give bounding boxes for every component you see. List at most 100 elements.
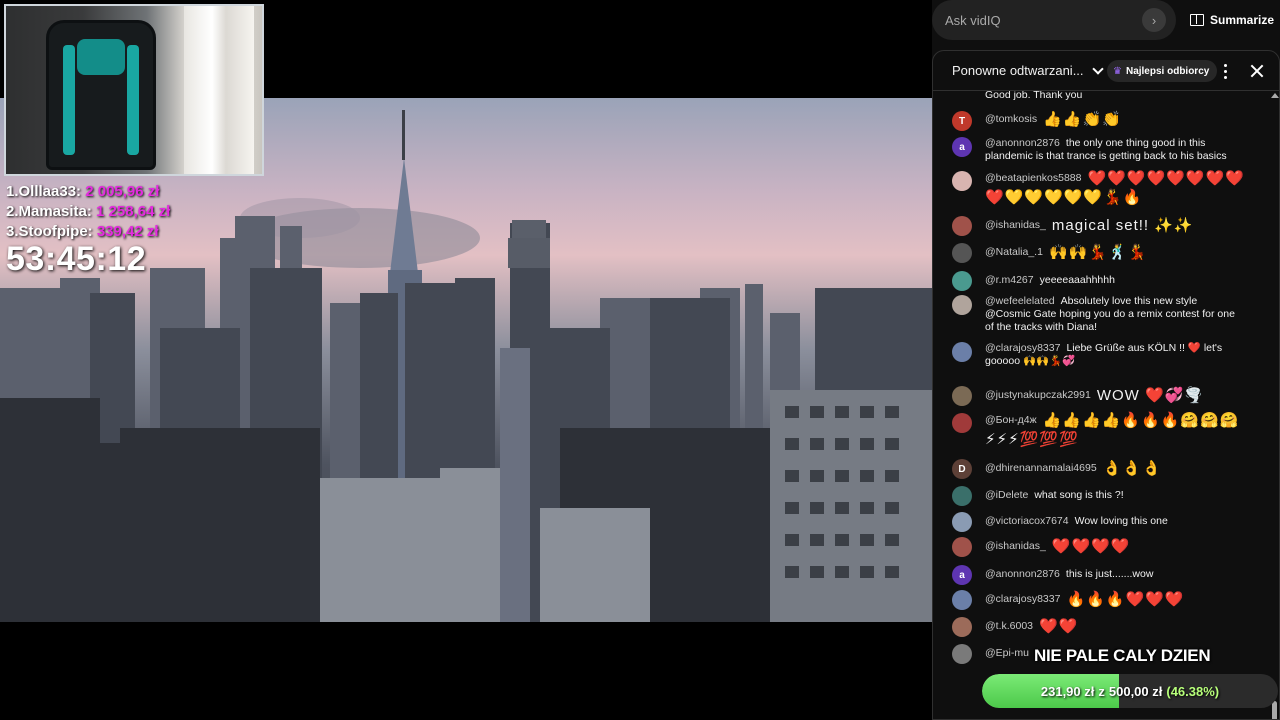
message-text: ❤️❤️❤️❤️ <box>1051 538 1131 555</box>
message-content: @justynakupczak2991 WOW ❤️💞🌪️ <box>985 386 1243 405</box>
message-content: @Natalia_.1 🙌🙌💃🕺💃 <box>985 243 1243 262</box>
message-author[interactable]: @victoriacox7674 <box>985 515 1069 527</box>
message-content: @beatapienkos5888 ❤️❤️❤️❤️❤️❤️❤️❤️❤️💛💛💛💛💛… <box>985 169 1247 207</box>
message-content: @clarajosy8337 🔥🔥🔥❤️❤️❤️ <box>985 590 1243 609</box>
message-author[interactable]: @Бон-д4ж <box>985 414 1037 426</box>
goal-target: 500,00 zł <box>1108 683 1163 699</box>
live-chat-replay: Ponowne odtwarzani... ♛ Najlepsi odbiorc… <box>932 50 1280 720</box>
donation-leaderboard: 1.Olllaa33: 2 005,96 zł 2.Mamasita: 1 25… <box>6 182 170 242</box>
chat-scrollbar[interactable] <box>1269 91 1279 719</box>
avatar[interactable] <box>952 295 972 315</box>
avatar[interactable]: D <box>952 459 972 479</box>
video-player[interactable]: 1.Olllaa33: 2 005,96 zł 2.Mamasita: 1 25… <box>0 0 932 720</box>
message-content: @tomkosis 👍👍👏👏 <box>985 110 1243 129</box>
crown-icon: ♛ <box>1113 65 1122 77</box>
message-content: @anonnon2876 the only one thing good in t… <box>985 137 1243 163</box>
goal-current: 231,90 zł <box>1040 683 1095 699</box>
chat-mode-label: Ponowne odtwarzani... <box>952 63 1084 78</box>
message-author[interactable]: @Epi-mu <box>985 647 1029 659</box>
avatar[interactable]: a <box>952 565 972 585</box>
message-author[interactable]: @dhirenannamalai4695 <box>985 462 1097 474</box>
top-fans-button[interactable]: ♛ Najlepsi odbiorcy <box>1107 60 1218 82</box>
summarize-button[interactable]: Summarize <box>1190 10 1274 30</box>
message-author[interactable]: @beatapienkos5888 <box>985 172 1081 184</box>
goal-separator: z <box>1098 683 1105 699</box>
vidiq-ask-input[interactable]: Ask vidIQ <box>932 0 1176 40</box>
message-text: 👌👌👌 <box>1102 460 1162 477</box>
chat-message-list[interactable]: Good job. Thank you T @tomkosis 👍👍👏👏 a @a… <box>933 91 1269 719</box>
message-author[interactable]: @Natalia_.1 <box>985 246 1043 258</box>
avatar[interactable]: T <box>952 111 972 131</box>
message-content: @wefeelelated Absolutely love this new st… <box>985 295 1243 334</box>
chat-mode-dropdown[interactable]: Ponowne odtwarzani... <box>952 62 1104 78</box>
message-content: @ishanidas_ ❤️❤️❤️❤️ <box>985 537 1243 556</box>
message-author[interactable]: @ishanidas_ <box>985 219 1046 231</box>
leaderboard-amount: 339,42 zł <box>96 223 159 240</box>
avatar[interactable] <box>952 171 972 191</box>
chevron-right-icon[interactable]: › <box>1142 8 1166 32</box>
leaderboard-row: 2.Mamasita: 1 258,64 zł <box>6 202 170 222</box>
avatar[interactable] <box>952 537 972 557</box>
message-text: yeeeeaaahhhhh <box>1039 274 1115 286</box>
avatar[interactable] <box>952 590 972 610</box>
chair-pad <box>77 39 125 75</box>
message-content: @iDelete what song is this ?! <box>985 489 1243 502</box>
leaderboard-name: 1.Olllaa33: <box>6 183 82 200</box>
stream-timer: 53:45:12 <box>6 240 147 278</box>
message-author[interactable]: @anonnon2876 <box>985 568 1060 580</box>
video-frame-city-skyline[interactable] <box>0 98 932 622</box>
avatar[interactable] <box>952 486 972 506</box>
message-content: @dhirenannamalai4695 👌👌👌 <box>985 459 1243 478</box>
chevron-down-icon <box>1091 62 1104 75</box>
message-content: @clarajosy8337 Liebe Grüße aus KÖLN !! ❤️… <box>985 342 1243 368</box>
message-content: @anonnon2876 this is just.......wow <box>985 568 1243 581</box>
leaderboard-amount: 1 258,64 zł <box>96 203 171 220</box>
donation-goal-bar: 231,90 zł z 500,00 zł (46.38%) <box>982 674 1278 708</box>
message-content: @r.m4267 yeeeeaaahhhhh <box>985 274 1243 287</box>
goal-percent: (46.38%) <box>1166 683 1220 699</box>
message-text: 👍👍👏👏 <box>1043 111 1122 128</box>
message-text: Wow loving this one <box>1074 515 1168 527</box>
webcam-overlay <box>4 4 264 176</box>
message-author[interactable]: @wefeelelated <box>985 295 1055 307</box>
message-author[interactable]: @clarajosy8337 <box>985 342 1060 354</box>
webcam-curtain <box>184 6 254 174</box>
leaderboard-name: 2.Mamasita: <box>6 203 92 220</box>
message-text: WOW ❤️💞🌪️ <box>1096 387 1204 404</box>
avatar[interactable] <box>952 271 972 291</box>
book-icon <box>1190 14 1204 26</box>
avatar[interactable]: a <box>952 137 972 157</box>
message-text: Good job. Thank you <box>985 91 1083 101</box>
avatar[interactable] <box>952 342 972 362</box>
gaming-chair <box>46 20 156 170</box>
close-icon[interactable] <box>1247 61 1267 81</box>
more-options-icon[interactable] <box>1218 60 1232 82</box>
message-author[interactable]: @anonnon2876 <box>985 137 1060 149</box>
message-author[interactable]: @ishanidas_ <box>985 540 1046 552</box>
avatar[interactable] <box>952 512 972 532</box>
message-author[interactable]: @r.m4267 <box>985 274 1034 286</box>
avatar[interactable] <box>952 386 972 406</box>
vidiq-bar: Ask vidIQ › Summarize <box>932 0 1280 40</box>
message-author[interactable]: @tomkosis <box>985 113 1037 125</box>
message-content: @t.k.6003 ❤️❤️ <box>985 617 1243 636</box>
avatar[interactable] <box>952 243 972 263</box>
message-author[interactable]: @justynakupczak2991 <box>985 389 1091 401</box>
message-content: @Бон-д4ж 👍👍👍👍🔥🔥🔥🤗🤗🤗⚡⚡⚡💯💯💯 <box>985 411 1247 449</box>
scroll-up-arrow-icon[interactable] <box>1271 93 1279 98</box>
leaderboard-name: 3.Stoofpipe: <box>6 223 93 240</box>
leaderboard-row: 1.Olllaa33: 2 005,96 zł <box>6 182 170 202</box>
avatar[interactable] <box>952 644 972 664</box>
avatar[interactable] <box>952 617 972 637</box>
message-text: this is just.......wow <box>1065 568 1154 580</box>
avatar[interactable] <box>952 413 972 433</box>
avatar[interactable] <box>952 216 972 236</box>
message-author[interactable]: @t.k.6003 <box>985 620 1033 632</box>
message-author[interactable]: @iDelete <box>985 489 1028 501</box>
summarize-label: Summarize <box>1210 13 1275 27</box>
message-text: what song is this ?! <box>1034 489 1124 501</box>
message-content: @victoriacox7674 Wow loving this one <box>985 515 1243 528</box>
message-author[interactable]: @clarajosy8337 <box>985 593 1060 605</box>
message-text: 🔥🔥🔥❤️❤️❤️ <box>1066 591 1185 608</box>
leaderboard-row: 3.Stoofpipe: 339,42 zł <box>6 222 170 242</box>
